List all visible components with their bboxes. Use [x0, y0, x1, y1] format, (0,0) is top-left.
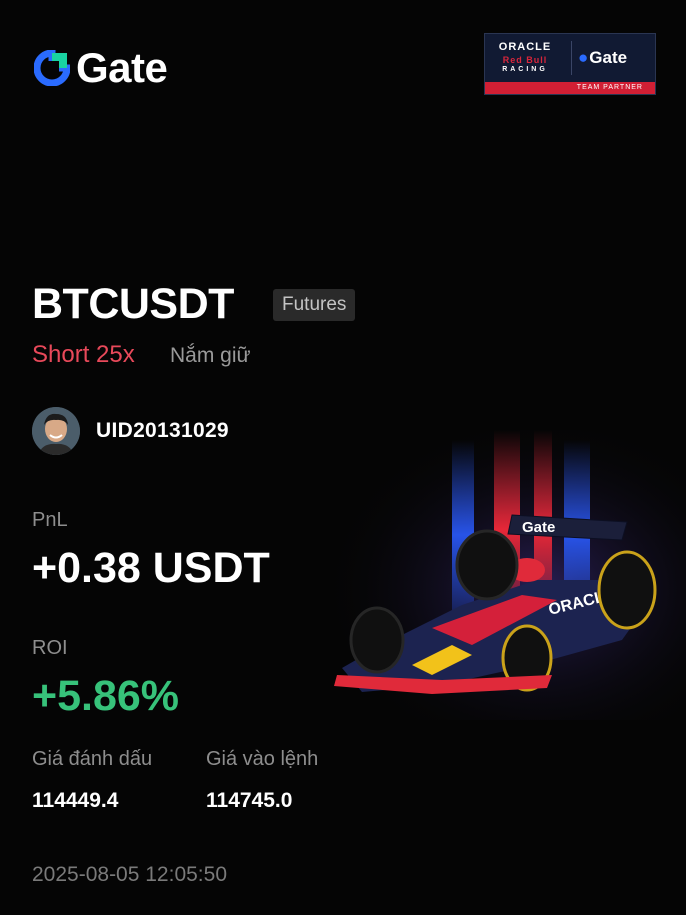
contract-type-badge: Futures — [273, 289, 356, 321]
front-left-wheel — [349, 606, 405, 674]
user-avatar — [32, 407, 80, 455]
avatar-icon — [32, 407, 80, 455]
oracle-redbull-mark: ORACLE Red Bull RACING — [485, 41, 565, 74]
mark-price-value: 114449.4 — [32, 789, 119, 812]
partner-gate-text: Gate — [589, 48, 628, 67]
team-partner-label: TEAM PARTNER — [485, 82, 655, 94]
rear-wing-sponsor: Gate — [522, 519, 555, 536]
partner-gate-mark: ● Gate — [578, 48, 627, 68]
side-leverage: Short 25x — [32, 341, 135, 368]
trading-pair: BTCUSDT — [32, 280, 234, 328]
position-status: Nắm giữ — [170, 344, 251, 367]
racing-text: RACING — [502, 66, 548, 74]
timestamp: 2025-08-05 12:05:50 — [32, 863, 227, 886]
roi-label: ROI — [32, 637, 68, 659]
redbull-text: Red Bull — [502, 54, 548, 65]
mark-price-label: Giá đánh dấu — [32, 748, 153, 770]
team-partner-badge: ORACLE Red Bull RACING ● Gate TEAM PARTN… — [484, 33, 656, 95]
gate-small-icon: ● — [578, 48, 589, 67]
pnl-label: PnL — [32, 509, 68, 531]
oracle-text: ORACLE — [498, 41, 552, 54]
partner-divider — [571, 41, 572, 75]
rear-left-wheel — [455, 529, 519, 601]
gate-logo: Gate — [34, 44, 168, 91]
roi-value: +5.86% — [32, 672, 180, 720]
user-uid: UID20131029 — [96, 419, 229, 442]
entry-price-value: 114745.0 — [206, 789, 293, 812]
rear-right-wheel — [597, 550, 657, 630]
gate-logo-icon — [34, 50, 70, 86]
f1-car-illustration: Gate ORACLE — [322, 430, 686, 720]
entry-price-label: Giá vào lệnh — [206, 748, 319, 770]
brand-name: Gate — [76, 44, 168, 91]
pnl-value: +0.38 USDT — [32, 544, 270, 592]
